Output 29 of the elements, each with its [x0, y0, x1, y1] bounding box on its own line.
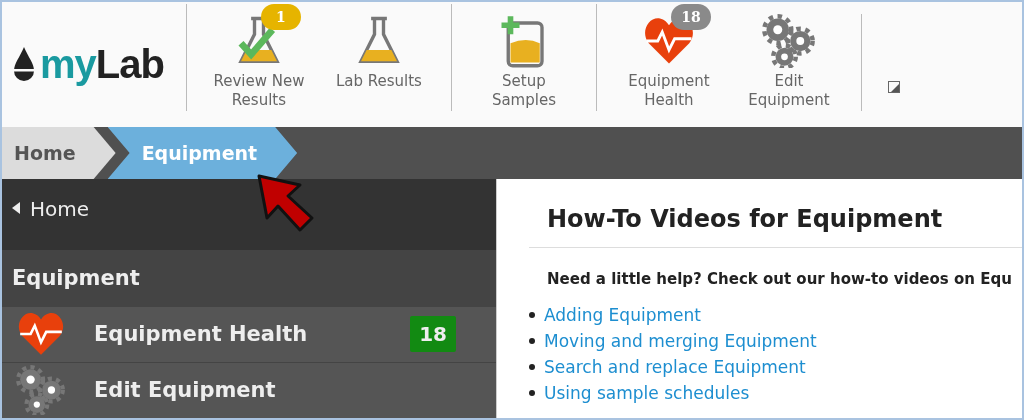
video-link[interactable]: Adding Equipment [544, 302, 701, 328]
count-badge: 18 [410, 316, 456, 353]
toolbar-button[interactable]: Lab Results [318, 4, 439, 111]
sidebar-item[interactable]: Equipment Health 18 [2, 306, 496, 363]
toolbar-button[interactable]: Review New Results 1 [198, 4, 319, 111]
gears-icon [16, 365, 66, 416]
toolbar-button[interactable]: Equipment Health 18 [608, 4, 729, 111]
breadcrumb[interactable]: Home [2, 127, 116, 179]
bullet-icon [529, 338, 535, 344]
gears-icon [761, 14, 816, 68]
page-heading: How-To Videos for Equipment [547, 205, 944, 233]
bullet-icon [529, 312, 535, 318]
expand-corner-icon[interactable] [887, 81, 900, 93]
intro-text: Need a little help? Check out our how-to videos on Equ [547, 270, 1013, 288]
drop-logo-icon [12, 46, 36, 83]
bullet-icon [529, 390, 535, 396]
toolbar-button[interactable]: Setup Samples [463, 4, 584, 111]
back-caret-icon [12, 202, 20, 214]
video-link[interactable]: Moving and merging Equipment [544, 328, 817, 354]
toolbar-button[interactable]: Edit Equipment [728, 4, 849, 111]
logo-text: myLab [40, 42, 164, 87]
section-header: Equipment [2, 249, 496, 307]
count-badge: 18 [670, 4, 711, 30]
back-link[interactable]: Home [2, 179, 496, 250]
count-badge: 1 [260, 4, 301, 30]
video-link[interactable]: Search and replace Equipment [544, 354, 806, 380]
sidebar-item[interactable]: Edit Equipment [2, 362, 496, 418]
bullet-icon [529, 364, 535, 370]
video-link[interactable]: Using sample schedules [544, 380, 750, 406]
